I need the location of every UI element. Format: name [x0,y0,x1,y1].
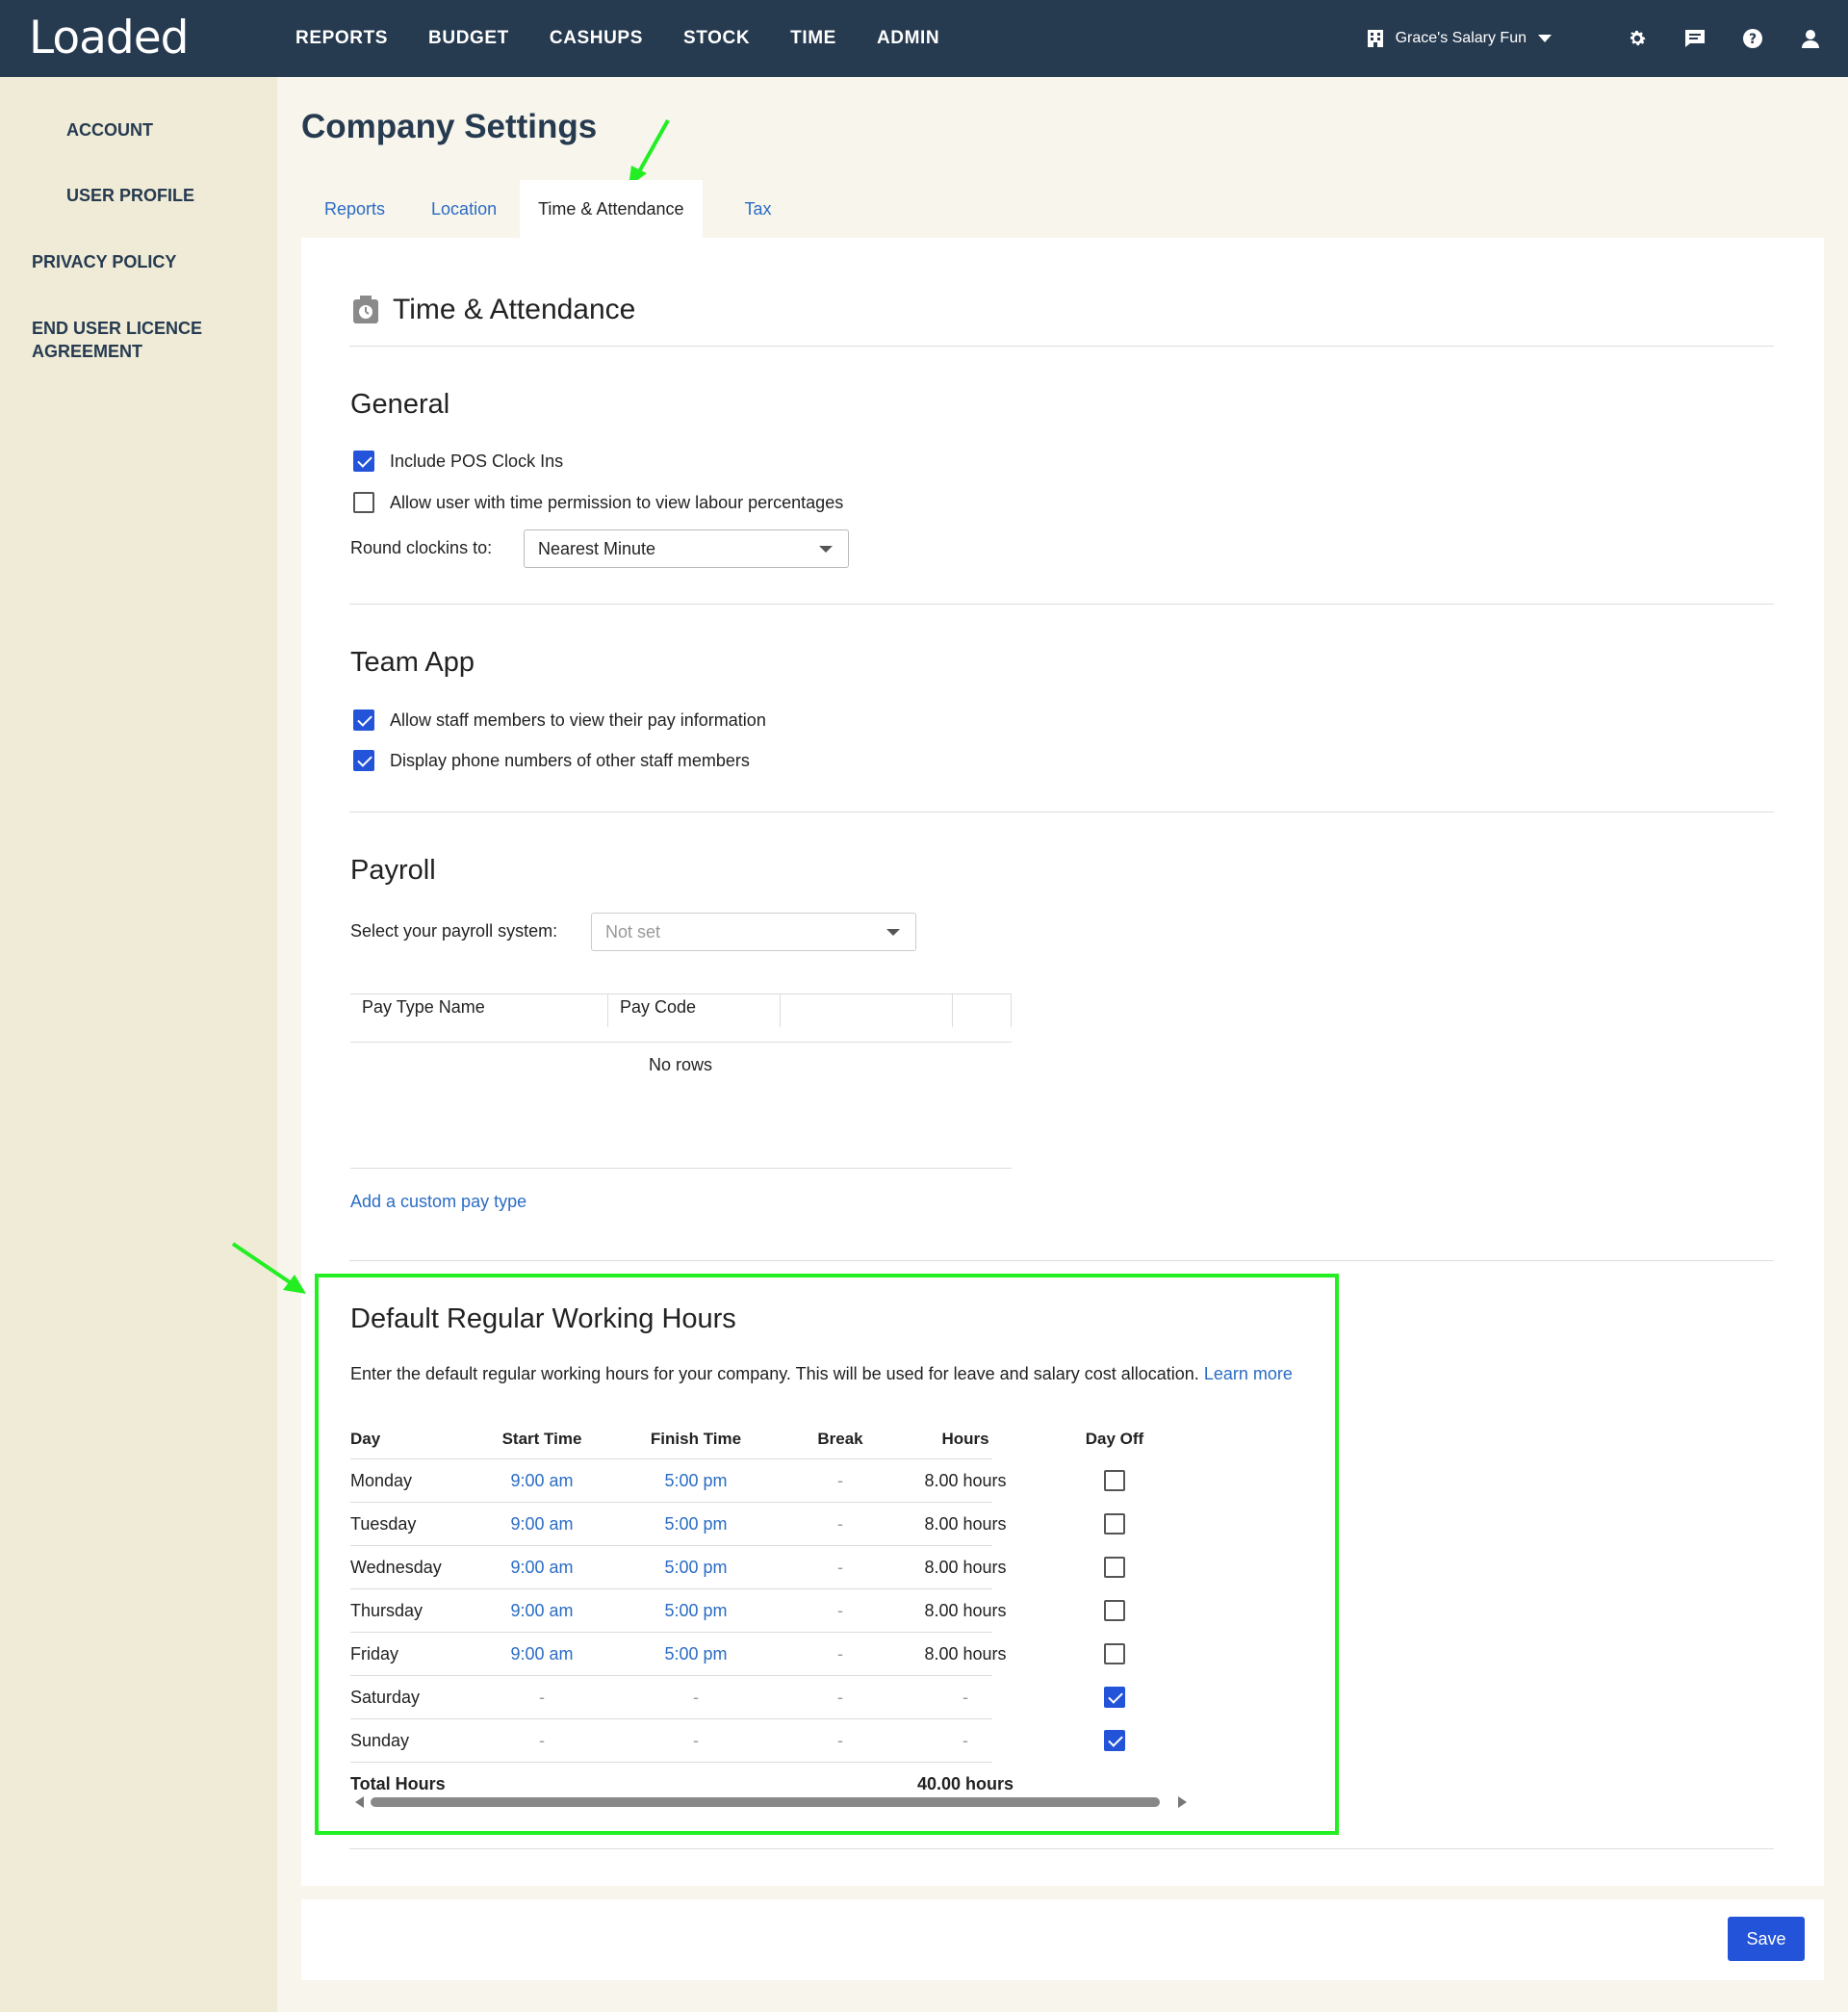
top-right-tools: Grace's Salary Fun ? [1367,0,1825,77]
nav-reports[interactable]: REPORTS [295,28,388,49]
empty-rows-text: No rows [649,1055,713,1074]
nav-budget[interactable]: BUDGET [428,28,509,49]
app-logo[interactable]: Loaded [29,12,189,64]
chevron-down-icon [1538,35,1552,42]
scroll-left-icon[interactable] [353,1795,367,1809]
column-divider [780,994,781,1027]
round-clockins-value: Nearest Minute [538,539,656,558]
sidebar-item-eula[interactable]: END USER LICENCE AGREEMENT [32,317,202,363]
annotation-arrow [629,119,670,187]
divider [350,1168,1012,1169]
page-title: Company Settings [301,108,598,145]
sidebar-item-user-profile[interactable]: USER PROFILE [66,184,194,207]
nav-time[interactable]: TIME [790,28,836,49]
divider [349,604,1774,605]
pay-info-label: Allow staff members to view their pay in… [390,710,766,730]
round-clockins-label: Round clockins to: [350,538,493,557]
payroll-system-value: Not set [605,922,661,942]
labour-percentages-label: Allow user with time permission to view … [390,493,844,512]
divider [349,812,1774,813]
tab-time-attendance[interactable]: Time & Attendance [520,180,703,238]
building-icon [1367,30,1383,47]
svg-text:?: ? [1749,32,1757,47]
horizontal-scrollbar[interactable] [371,1797,1160,1807]
tab-tax[interactable]: Tax [703,180,795,238]
round-clockins-select[interactable]: Nearest Minute [524,529,849,568]
top-navbar: Loaded REPORTS BUDGET CASHUPS STOCK TIME… [0,0,1848,77]
tab-location[interactable]: Location [408,180,520,238]
sidebar-item-label: END USER LICENCE [32,319,203,338]
phone-numbers-checkbox[interactable] [353,750,374,771]
divider [350,993,1012,994]
settings-tabs: Reports Location Time & Attendance Tax [301,180,795,238]
team-app-heading: Team App [350,647,475,678]
column-divider [1011,994,1012,1027]
message-icon[interactable] [1681,24,1709,53]
timeclock-icon [353,296,378,323]
sidebar: ACCOUNT USER PROFILE PRIVACY POLICY END … [0,77,277,2012]
pay-type-name-header[interactable]: Pay Type Name [362,997,485,1018]
phone-numbers-label: Display phone numbers of other staff mem… [390,751,750,770]
company-switcher[interactable]: Grace's Salary Fun [1367,29,1552,48]
labour-percentages-checkbox[interactable] [353,492,374,513]
user-icon[interactable] [1796,24,1825,53]
company-name: Grace's Salary Fun [1395,30,1527,46]
main-nav: REPORTS BUDGET CASHUPS STOCK TIME ADMIN [295,0,980,77]
add-custom-pay-type-link[interactable]: Add a custom pay type [350,1192,526,1212]
general-heading: General [350,389,450,420]
tab-reports[interactable]: Reports [301,180,408,238]
sidebar-item-label: AGREEMENT [32,342,143,361]
pay-code-header[interactable]: Pay Code [620,997,696,1018]
annotation-arrow [231,1242,306,1294]
sidebar-item-privacy-policy[interactable]: PRIVACY POLICY [32,250,176,273]
divider [349,346,1774,347]
sidebar-item-account[interactable]: ACCOUNT [66,118,153,142]
gear-icon[interactable] [1623,24,1652,53]
include-pos-label: Include POS Clock Ins [390,451,564,471]
column-divider [952,994,953,1027]
save-bar: Save [301,1899,1824,1980]
chevron-down-icon [819,546,833,553]
scroll-right-icon[interactable] [1175,1795,1189,1809]
chevron-down-icon [886,929,900,936]
highlight-box [315,1274,1339,1835]
section-title: Time & Attendance [393,294,636,325]
nav-stock[interactable]: STOCK [683,28,750,49]
nav-admin[interactable]: ADMIN [877,28,939,49]
divider [349,1848,1774,1849]
payroll-system-select[interactable]: Not set [591,913,916,951]
column-divider [607,994,608,1027]
payroll-heading: Payroll [350,855,436,886]
help-icon[interactable]: ? [1738,24,1767,53]
divider [349,1260,1774,1261]
save-button[interactable]: Save [1728,1917,1805,1961]
pay-info-checkbox[interactable] [353,709,374,731]
include-pos-checkbox[interactable] [353,451,374,472]
payroll-system-label: Select your payroll system: [350,921,558,941]
nav-cashups[interactable]: CASHUPS [550,28,643,49]
divider [350,1042,1012,1043]
